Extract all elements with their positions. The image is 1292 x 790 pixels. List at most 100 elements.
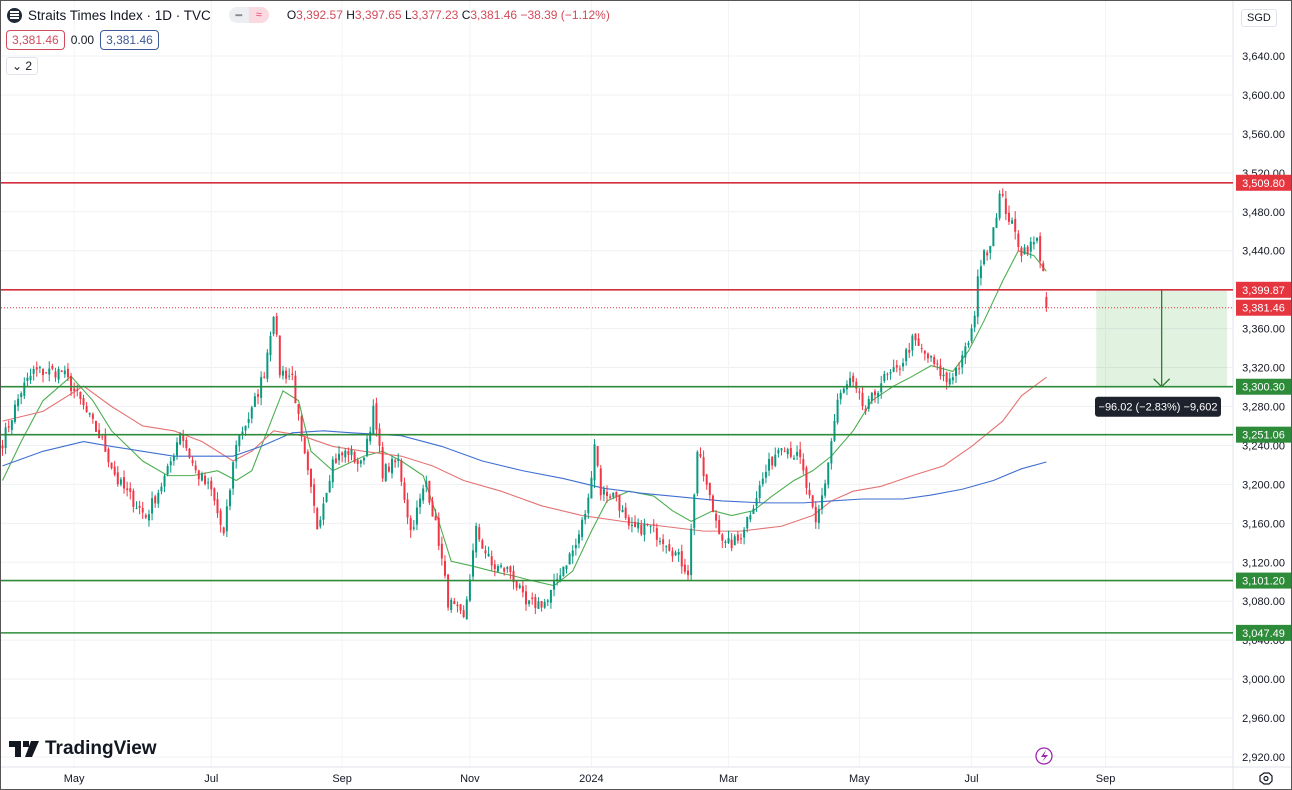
candle-body: [126, 488, 129, 491]
candle-body: [559, 575, 562, 580]
candle-body: [147, 514, 150, 521]
minus-icon[interactable]: ━: [228, 7, 249, 23]
candle-body: [406, 499, 409, 518]
candle-body: [232, 462, 235, 489]
candle-body: [986, 252, 989, 256]
candle-body: [914, 333, 917, 341]
candle-body: [652, 524, 655, 526]
candle-body: [450, 599, 453, 610]
candle-body: [889, 372, 892, 374]
candle-body: [132, 490, 135, 507]
price-label-support: 3,101.20: [1242, 576, 1285, 588]
candle-body: [808, 490, 811, 496]
candle-body: [702, 457, 705, 477]
y-tick-label: 3,480.00: [1242, 207, 1285, 219]
candle-body: [151, 498, 154, 514]
candle-body: [257, 394, 260, 397]
candle-body: [434, 516, 437, 521]
candle-body: [266, 352, 269, 379]
candle-body: [306, 451, 309, 471]
candle-body: [842, 388, 845, 393]
candle-body: [581, 519, 584, 537]
candle-body: [91, 413, 94, 419]
candle-body: [244, 425, 247, 431]
indicators-toggle[interactable]: ⌄ 2: [6, 57, 39, 75]
candle-body: [443, 561, 446, 576]
candle-body: [718, 520, 721, 535]
candle-body: [802, 459, 805, 471]
price-label-support: 3,251.06: [1242, 430, 1285, 442]
candle-body: [606, 491, 609, 496]
candle-body: [440, 543, 443, 559]
candle-body: [543, 601, 546, 608]
candle-body: [319, 519, 322, 527]
close-value: 3,381.46: [470, 8, 518, 22]
candle-body: [465, 599, 468, 620]
candle-body: [992, 227, 995, 247]
candle-body: [300, 416, 303, 437]
candle-body: [344, 450, 347, 458]
candle-body: [144, 515, 147, 518]
sell-button[interactable]: 3,381.46: [6, 30, 65, 50]
candle-body: [568, 553, 571, 565]
candle-body: [612, 492, 615, 497]
candle-body: [110, 462, 113, 469]
tradingview-logo[interactable]: TradingView: [9, 738, 157, 760]
ma-line-ma-slow: [2, 430, 1047, 504]
logo-text: TradingView: [45, 738, 157, 759]
candle-body: [325, 492, 328, 502]
candle-body: [472, 550, 475, 577]
candle-body: [213, 488, 216, 501]
candle-body: [172, 455, 175, 461]
candle-body: [369, 431, 372, 442]
approx-icon[interactable]: ≈: [248, 7, 269, 23]
candle-body: [362, 457, 365, 461]
chart-window: 3,640.00 3,600.00 3,560.00 3,520.00 3,480.00…: [0, 0, 1292, 790]
candle-body: [238, 434, 241, 447]
settings-gear-icon[interactable]: [1259, 772, 1273, 785]
candle-body: [752, 508, 755, 514]
candle-body: [20, 393, 23, 398]
candle-body: [338, 453, 341, 461]
candle-body: [73, 388, 76, 391]
candle-body: [200, 473, 203, 481]
price-chart[interactable]: 3,640.003,600.003,560.003,520.003,480.00…: [1, 1, 1291, 789]
candle-body: [51, 365, 54, 369]
buy-button[interactable]: 3,381.46: [100, 30, 159, 50]
candle-body: [786, 449, 789, 455]
candle-body: [948, 378, 951, 385]
lightning-event-icon[interactable]: [1035, 747, 1053, 765]
candle-body: [524, 591, 527, 605]
candle-body: [1029, 241, 1032, 252]
candle-body: [824, 483, 827, 496]
symbol-title[interactable]: Straits Times Index · 1D · TVC: [28, 8, 211, 23]
candle-body: [671, 550, 674, 557]
candles: [1, 188, 1048, 620]
candle-body: [285, 370, 288, 379]
candle-body: [1014, 218, 1017, 232]
candle-body: [341, 452, 344, 456]
candle-body: [412, 527, 415, 529]
compare-toggle[interactable]: ━ ≈: [228, 7, 269, 23]
candle-body: [621, 509, 624, 513]
candle-body: [627, 517, 630, 526]
candle-body: [920, 348, 923, 350]
candle-body: [79, 391, 82, 399]
candle-body: [478, 527, 481, 540]
candle-body: [216, 499, 219, 514]
candle-body: [646, 524, 649, 526]
candle-body: [166, 465, 169, 475]
candle-body: [817, 509, 820, 523]
candle-body: [462, 610, 465, 618]
candle-body: [387, 466, 390, 472]
candle-body: [82, 398, 85, 406]
candle-body: [26, 377, 29, 381]
candle-body: [768, 458, 771, 471]
price-label-resistance: 3,399.87: [1242, 285, 1285, 297]
currency-button[interactable]: SGD: [1241, 9, 1277, 27]
candle-body: [350, 449, 353, 456]
candle-body: [534, 597, 537, 609]
candle-body: [210, 480, 213, 490]
candle-body: [378, 428, 381, 446]
candle-body: [182, 434, 185, 441]
